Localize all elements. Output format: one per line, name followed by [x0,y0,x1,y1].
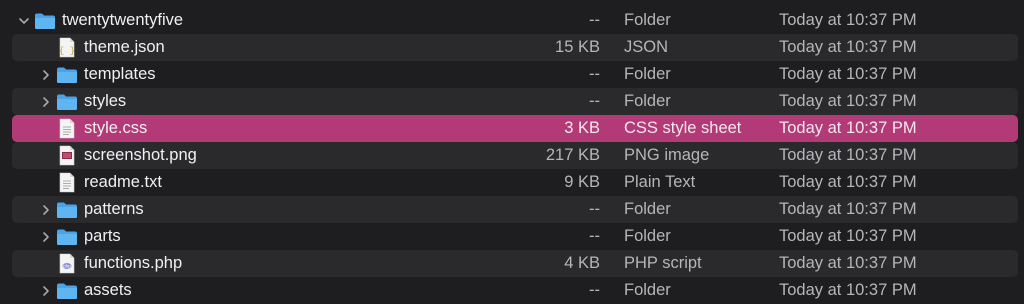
date-modified: Today at 10:37 PM [779,65,917,83]
file-size: -- [589,65,600,83]
date-modified: Today at 10:37 PM [779,173,917,191]
file-list: twentytwentyfive -- Folder Today at 10:37 P… [0,0,1024,303]
file-size: -- [589,92,600,110]
date-modified: Today at 10:37 PM [779,281,917,299]
chevron-right-icon[interactable] [40,223,52,250]
chevron-down-icon[interactable] [18,7,30,34]
date-modified: Today at 10:37 PM [779,92,917,110]
date-modified: Today at 10:37 PM [779,200,917,218]
php-file-icon: php [59,250,75,277]
file-name: theme.json [84,38,165,56]
list-item[interactable]: patterns -- Folder Today at 10:37 PM [12,196,1018,223]
svg-text:php: php [63,264,71,269]
folder-icon [56,277,78,304]
date-modified: Today at 10:37 PM [779,146,917,164]
file-size: -- [589,227,600,245]
list-item[interactable]: screenshot.png 217 KB PNG image Today at 10… [12,142,1018,169]
list-item[interactable]: style.css 3 KB CSS style sheet Today at 10:… [12,115,1018,142]
file-size: 4 KB [564,254,600,272]
file-name: functions.php [84,254,183,272]
folder-icon [56,196,78,223]
file-kind: Folder [624,227,671,245]
folder-icon [56,88,78,115]
image-file-icon [59,142,75,169]
file-name: patterns [84,200,144,218]
date-modified: Today at 10:37 PM [779,227,917,245]
file-kind: CSS style sheet [624,119,742,137]
svg-text:{ }: { } [59,46,75,56]
file-size: 217 KB [545,146,600,164]
file-size: -- [589,200,600,218]
date-modified: Today at 10:37 PM [779,119,917,137]
text-file-icon [59,115,75,142]
date-modified: Today at 10:37 PM [779,254,917,272]
list-item[interactable]: assets -- Folder Today at 10:37 PM [12,277,1018,304]
chevron-right-icon[interactable] [40,88,52,115]
list-item[interactable]: twentytwentyfive -- Folder Today at 10:37 P… [12,7,1018,34]
file-kind: Folder [624,200,671,218]
file-name: screenshot.png [84,146,197,164]
file-kind: PNG image [624,146,710,164]
list-item[interactable]: { } theme.json 15 KB JSON Today at 10:37 PM [12,34,1018,61]
file-kind: PHP script [624,254,702,272]
file-name: readme.txt [84,173,162,191]
list-item[interactable]: parts -- Folder Today at 10:37 PM [12,223,1018,250]
file-size: 3 KB [564,119,600,137]
list-item[interactable]: styles -- Folder Today at 10:37 PM [12,88,1018,115]
folder-icon [56,61,78,88]
chevron-right-icon[interactable] [40,61,52,88]
file-kind: Folder [624,65,671,83]
file-name: twentytwentyfive [62,11,184,29]
file-size: -- [589,11,600,29]
file-size: 9 KB [564,173,600,191]
file-name: styles [84,92,127,110]
list-item[interactable]: templates -- Folder Today at 10:37 PM [12,61,1018,88]
date-modified: Today at 10:37 PM [779,11,917,29]
date-modified: Today at 10:37 PM [779,38,917,56]
file-kind: Plain Text [624,173,696,191]
file-kind: JSON [624,38,669,56]
file-kind: Folder [624,11,671,29]
file-kind: Folder [624,281,671,299]
file-name: templates [84,65,156,83]
file-size: -- [589,281,600,299]
folder-icon [56,223,78,250]
file-size: 15 KB [555,38,600,56]
text-file-icon [59,169,75,196]
file-name: parts [84,227,121,245]
list-item[interactable]: readme.txt 9 KB Plain Text Today at 10:37 P… [12,169,1018,196]
folder-icon [34,7,56,34]
list-item[interactable]: php functions.php 4 KB PHP script Today at … [12,250,1018,277]
json-file-icon: { } [59,34,75,61]
file-name: assets [84,281,132,299]
file-name: style.css [84,119,148,137]
chevron-right-icon[interactable] [40,196,52,223]
file-kind: Folder [624,92,671,110]
chevron-right-icon[interactable] [40,277,52,304]
